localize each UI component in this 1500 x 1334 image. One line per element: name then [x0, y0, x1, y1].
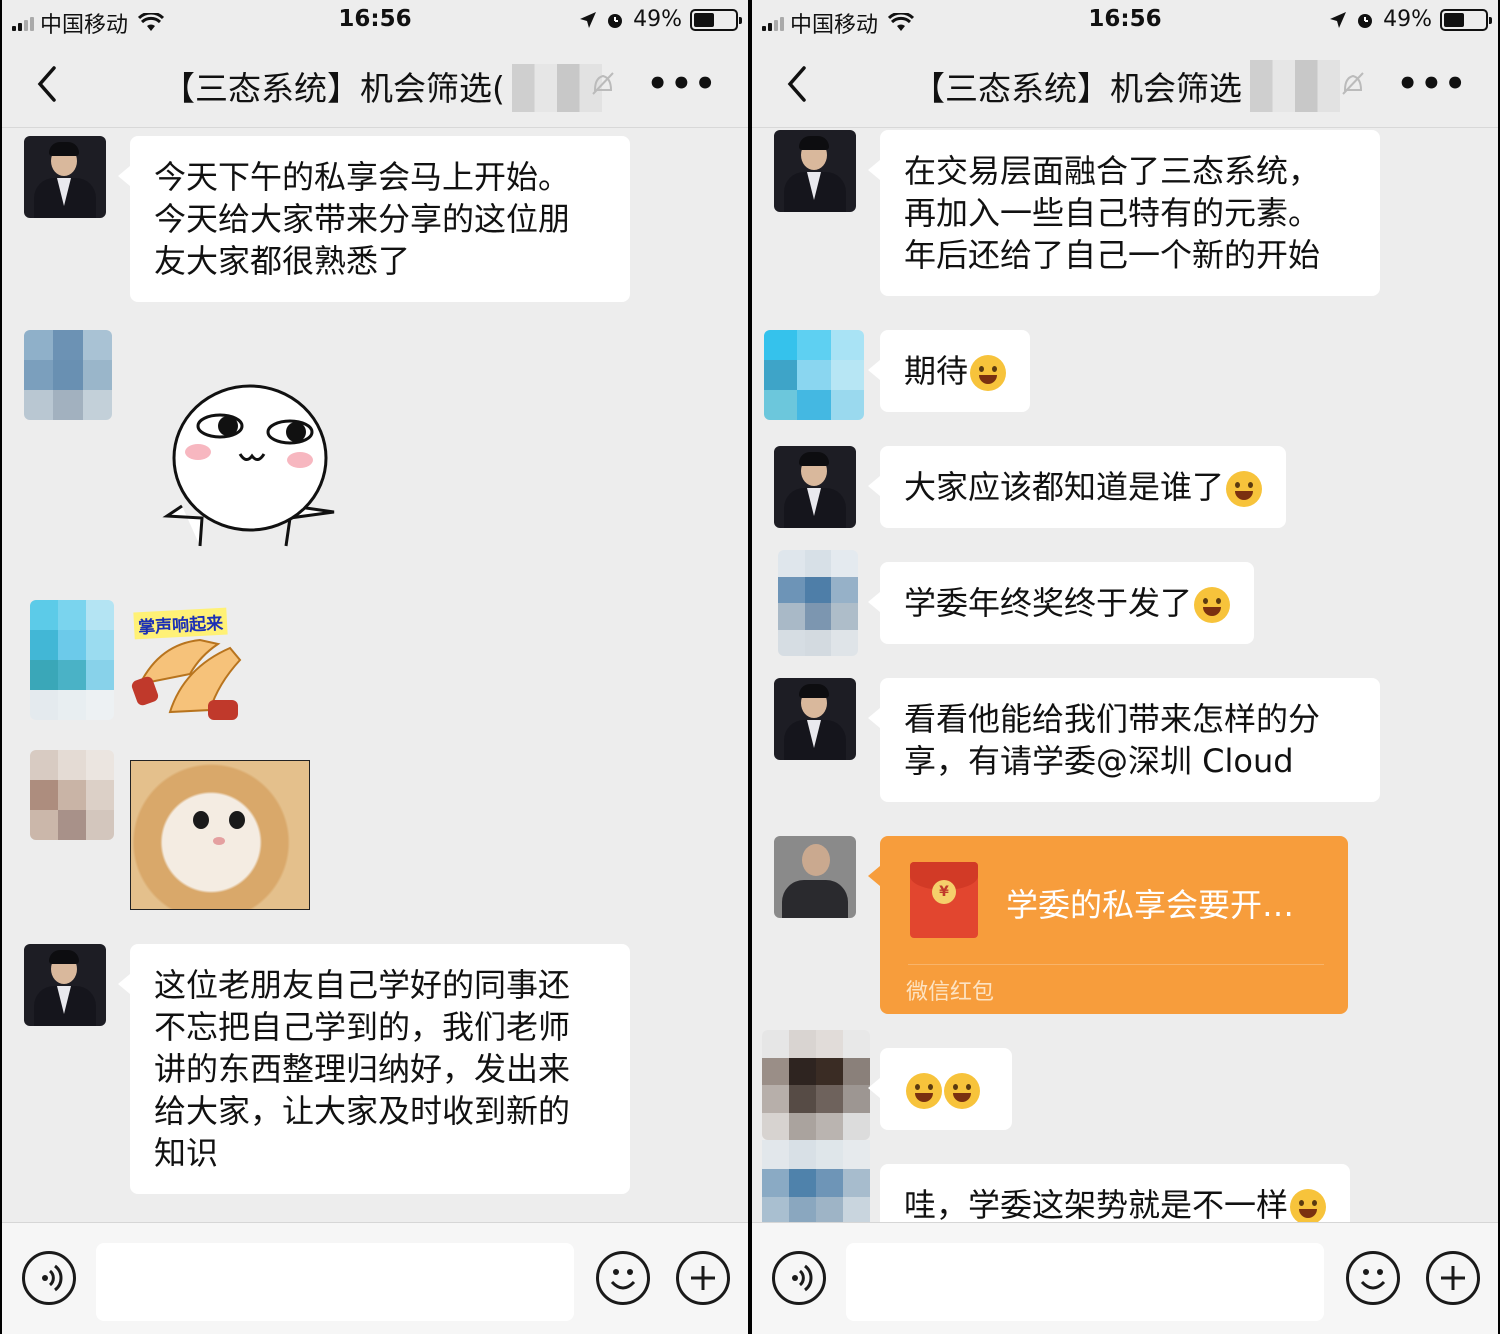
status-bar: 中国移动 16:56 49% — [752, 0, 1498, 40]
message-bubble[interactable]: 在交易层面融合了三态系统， 再加入一些自己特有的元素。 年后还给了自己一个新的开… — [868, 130, 1380, 296]
avatar-host[interactable] — [774, 678, 856, 760]
more-icon[interactable]: ••• — [1397, 64, 1468, 104]
applause-sticker[interactable]: 掌声响起来 — [130, 604, 250, 724]
battery-percent: 49% — [1383, 7, 1432, 32]
input-bar — [752, 1222, 1498, 1334]
message-bubble[interactable] — [868, 1048, 1012, 1130]
cat-image[interactable] — [130, 760, 310, 910]
alarm-icon — [608, 13, 623, 28]
smile-icon — [610, 1269, 636, 1290]
location-icon — [580, 11, 597, 28]
chat-title: 【三态系统】机会筛选( — [162, 69, 505, 108]
chat-title: 【三态系统】机会筛选 — [912, 69, 1242, 108]
red-packet[interactable]: ¥ 学委的私享会要开… 微信红包 — [868, 836, 1348, 1014]
avatar-cloud[interactable] — [774, 836, 856, 918]
hug-emoji-icon — [970, 355, 1007, 391]
hug-emoji-icon — [944, 1073, 980, 1109]
emoji-button[interactable] — [596, 1251, 650, 1305]
avatar-host[interactable] — [24, 944, 106, 1026]
red-packet-title: 学委的私享会要开… — [1006, 886, 1295, 924]
nav-bar: 【三态系统】机会筛选 ••• — [752, 40, 1498, 128]
avatar-blurred[interactable] — [30, 750, 114, 840]
voice-button[interactable] — [772, 1251, 826, 1305]
alarm-icon — [1358, 13, 1373, 28]
hug-emoji-icon — [906, 1073, 942, 1109]
avatar-blurred[interactable] — [30, 600, 114, 720]
mute-icon — [1342, 72, 1364, 95]
title-blur — [1250, 60, 1340, 112]
plus-button[interactable] — [676, 1251, 730, 1305]
message-text: 大家应该都知道是谁了 — [904, 468, 1225, 506]
red-packet-footer: 微信红包 — [906, 980, 995, 1005]
mute-icon — [592, 72, 614, 95]
chat-screen-right: 中国移动 16:56 49% 【三态系统】机会筛选 ••• 在交易层面融合了三态… — [752, 0, 1498, 1334]
message-bubble[interactable]: 大家应该都知道是谁了 — [867, 446, 1287, 528]
thinking-emoji-icon — [1194, 587, 1231, 623]
voice-icon — [42, 1264, 63, 1292]
message-bubble[interactable]: 学委年终奖终于发了 — [867, 562, 1255, 644]
title-blur — [512, 64, 602, 112]
voice-icon — [792, 1264, 813, 1292]
plus-icon — [1441, 1266, 1465, 1290]
avatar-blurred[interactable] — [764, 330, 864, 420]
avatar-blurred[interactable] — [762, 1030, 870, 1140]
back-icon[interactable] — [780, 62, 820, 106]
message-text: 学委年终奖终于发了 — [904, 584, 1193, 622]
avatar-host[interactable] — [774, 446, 856, 528]
avatar-blurred[interactable] — [778, 550, 858, 656]
message-input[interactable] — [96, 1243, 574, 1321]
location-icon — [1330, 11, 1347, 28]
message-text: 哇，学委这架势就是不一样 — [904, 1186, 1289, 1224]
avatar-host[interactable] — [774, 130, 856, 212]
emoji-button[interactable] — [1346, 1251, 1400, 1305]
back-icon[interactable] — [30, 62, 70, 106]
voice-button[interactable] — [22, 1251, 76, 1305]
status-bar: 中国移动 16:56 49% — [2, 0, 748, 40]
smile-icon — [1360, 1269, 1386, 1290]
cute-face-sticker[interactable] — [162, 376, 342, 552]
message-bubble[interactable]: 哇，学委这架势就是不一样 — [880, 1164, 1351, 1228]
battery-percent: 49% — [633, 7, 682, 32]
message-input[interactable] — [846, 1243, 1324, 1321]
message-bubble[interactable]: 今天下午的私享会马上开始。 今天给大家带来分享的这位朋 友大家都很熟悉了 — [118, 136, 630, 302]
message-bubble[interactable]: 看看他能给我们带来怎样的分 享，有请学委@深圳 Cloud — [868, 678, 1380, 802]
battery-icon — [690, 8, 742, 31]
message-bubble[interactable]: 期待 — [867, 330, 1031, 412]
chat-screen-left: 中国移动 16:56 49% 【三态系统】机会筛选( ••• 今天下午的私享会马… — [2, 0, 748, 1334]
battery-icon — [1440, 8, 1492, 31]
grimace-emoji-icon — [1290, 1189, 1327, 1225]
red-packet-icon: ¥ — [910, 862, 978, 938]
plus-icon — [691, 1266, 715, 1290]
nav-bar: 【三态系统】机会筛选( ••• — [2, 40, 748, 128]
avatar-blurred[interactable] — [762, 1140, 870, 1226]
grin-emoji-icon — [1226, 471, 1263, 507]
input-bar — [2, 1222, 748, 1334]
avatar-host[interactable] — [24, 136, 106, 218]
plus-button[interactable] — [1426, 1251, 1480, 1305]
more-icon[interactable]: ••• — [647, 64, 718, 104]
message-text: 期待 — [904, 352, 969, 390]
message-bubble[interactable]: 这位老朋友自己学好的同事还 不忘把自己学到的，我们老师 讲的东西整理归纳好，发出… — [118, 944, 630, 1194]
avatar-blurred[interactable] — [24, 330, 112, 420]
